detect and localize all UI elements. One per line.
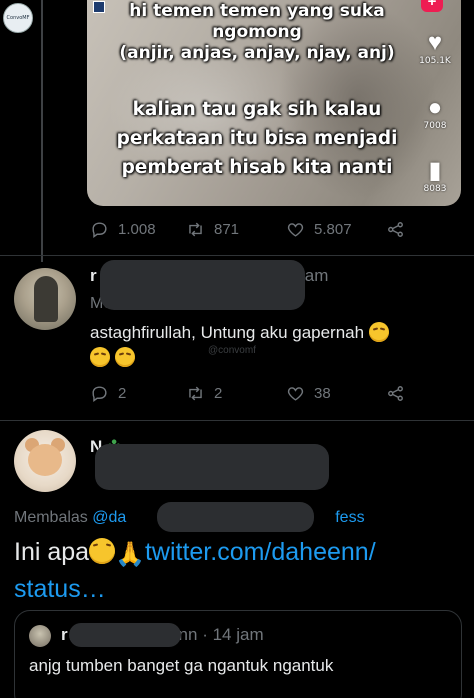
watermark: @convomf xyxy=(208,345,256,356)
tweet-link-continued[interactable]: status… xyxy=(14,575,106,603)
reply-prefix: Membalas xyxy=(14,509,88,526)
rolling-eyes-emoji xyxy=(90,347,110,367)
tweet-divider xyxy=(0,255,474,256)
quoted-tweet-card[interactable]: r enn · 14 jam anjg tumben banget ga nga… xyxy=(14,610,462,698)
reply-count: 2 xyxy=(118,385,127,402)
share-button[interactable] xyxy=(386,220,405,239)
share-button[interactable] xyxy=(386,384,405,403)
quote-author-name: r xyxy=(61,625,68,644)
media-save-stat: ▮ 8083 xyxy=(417,157,453,195)
quote-timestamp: · 14 jam xyxy=(202,625,264,644)
tweet-media-card[interactable]: hi temen temen yang suka ngomong (anjir,… xyxy=(87,0,461,206)
retweet-count: 871 xyxy=(214,221,240,238)
redaction-block xyxy=(157,502,314,532)
caption-main-line-2: perkataan itu bisa menjadi xyxy=(116,128,398,149)
avatar[interactable] xyxy=(14,430,76,492)
redaction-block xyxy=(69,623,181,647)
reply-handle[interactable]: @da xyxy=(92,509,126,526)
avatar-figure xyxy=(34,276,58,322)
avatar[interactable] xyxy=(14,268,76,330)
media-caption-main: kalian tau gak sih kalau perkataan itu b… xyxy=(87,95,427,182)
retweet-count: 2 xyxy=(214,385,223,402)
tweet-divider xyxy=(0,420,474,421)
thread-connector-line xyxy=(41,0,43,262)
retweet-button[interactable]: 2 xyxy=(186,384,286,403)
profile-badge-text: ConvoMF xyxy=(6,15,30,21)
caption-main-line-3: pemberat hisab kita nanti xyxy=(121,157,393,178)
heart-outline-icon xyxy=(287,223,304,237)
tweet2-text-content: astaghfirullah, Untung aku gapernah xyxy=(90,323,365,342)
reply-icon xyxy=(92,222,107,239)
tweet3-text: Ini apa 🙏twitter.com/daheenn/ status… xyxy=(14,535,469,606)
like-button[interactable]: 5.807 xyxy=(286,220,386,239)
media-like-stat: ♥ 105.1K xyxy=(417,29,453,67)
follow-plus-icon: + xyxy=(421,0,443,12)
share-icon xyxy=(388,386,403,401)
caption-top-line-3: (anjir, anjas, anjay, njay, anj) xyxy=(119,43,395,63)
heart-icon: ♥ xyxy=(427,29,443,56)
tweet-link[interactable]: twitter.com/daheenn/ xyxy=(145,538,376,566)
relieved-emoji xyxy=(89,538,116,564)
quote-text: anjg tumben banget ga ngantuk ngantuk xyxy=(29,656,334,675)
redaction-block xyxy=(100,260,305,310)
media-like-count: 105.1K xyxy=(419,56,451,66)
caption-top-line-2: ngomong xyxy=(212,22,302,42)
retweet-icon xyxy=(189,386,202,401)
comment-icon: ● xyxy=(427,94,443,121)
avatar xyxy=(29,625,51,647)
media-caption-top: hi temen temen yang suka ngomong (anjir,… xyxy=(87,1,427,64)
caption-main-line-1: kalian tau gak sih kalau xyxy=(132,99,382,120)
rolling-eyes-emoji xyxy=(368,322,389,342)
tweet1-action-bar: 1.008 871 5.807 xyxy=(90,220,405,239)
share-icon xyxy=(388,222,403,237)
tweet2-author-name[interactable]: r xyxy=(90,266,97,285)
reply-count: 1.008 xyxy=(118,221,156,238)
profile-badge[interactable]: ConvoMF xyxy=(3,3,33,33)
like-count: 38 xyxy=(314,385,331,402)
media-comment-stat: ● 7008 xyxy=(417,94,453,132)
media-comment-count: 7008 xyxy=(423,121,447,131)
bookmark-icon: ▮ xyxy=(428,157,442,184)
reply-button[interactable]: 1.008 xyxy=(90,220,186,239)
rolling-eyes-emoji xyxy=(114,347,135,367)
tweet2-action-bar: 2 2 38 xyxy=(90,384,405,403)
media-save-count: 8083 xyxy=(423,184,447,194)
reply-button[interactable]: 2 xyxy=(90,384,186,403)
like-button[interactable]: 38 xyxy=(286,384,386,403)
praying-hands-icon: 🙏 xyxy=(115,541,145,568)
tweet3-text-content: Ini apa xyxy=(14,538,90,566)
reply-handle-end[interactable]: fess xyxy=(335,509,364,526)
avatar-bear xyxy=(28,444,62,476)
redaction-block xyxy=(95,444,329,490)
caption-top-line-1: hi temen temen yang suka xyxy=(129,1,385,21)
retweet-button[interactable]: 871 xyxy=(186,220,286,239)
like-count: 5.807 xyxy=(314,221,352,238)
tweet2-text: astaghfirullah, Untung aku gapernah xyxy=(90,320,460,370)
heart-outline-icon xyxy=(287,387,304,401)
retweet-icon xyxy=(189,222,202,237)
reply-icon xyxy=(92,386,107,403)
